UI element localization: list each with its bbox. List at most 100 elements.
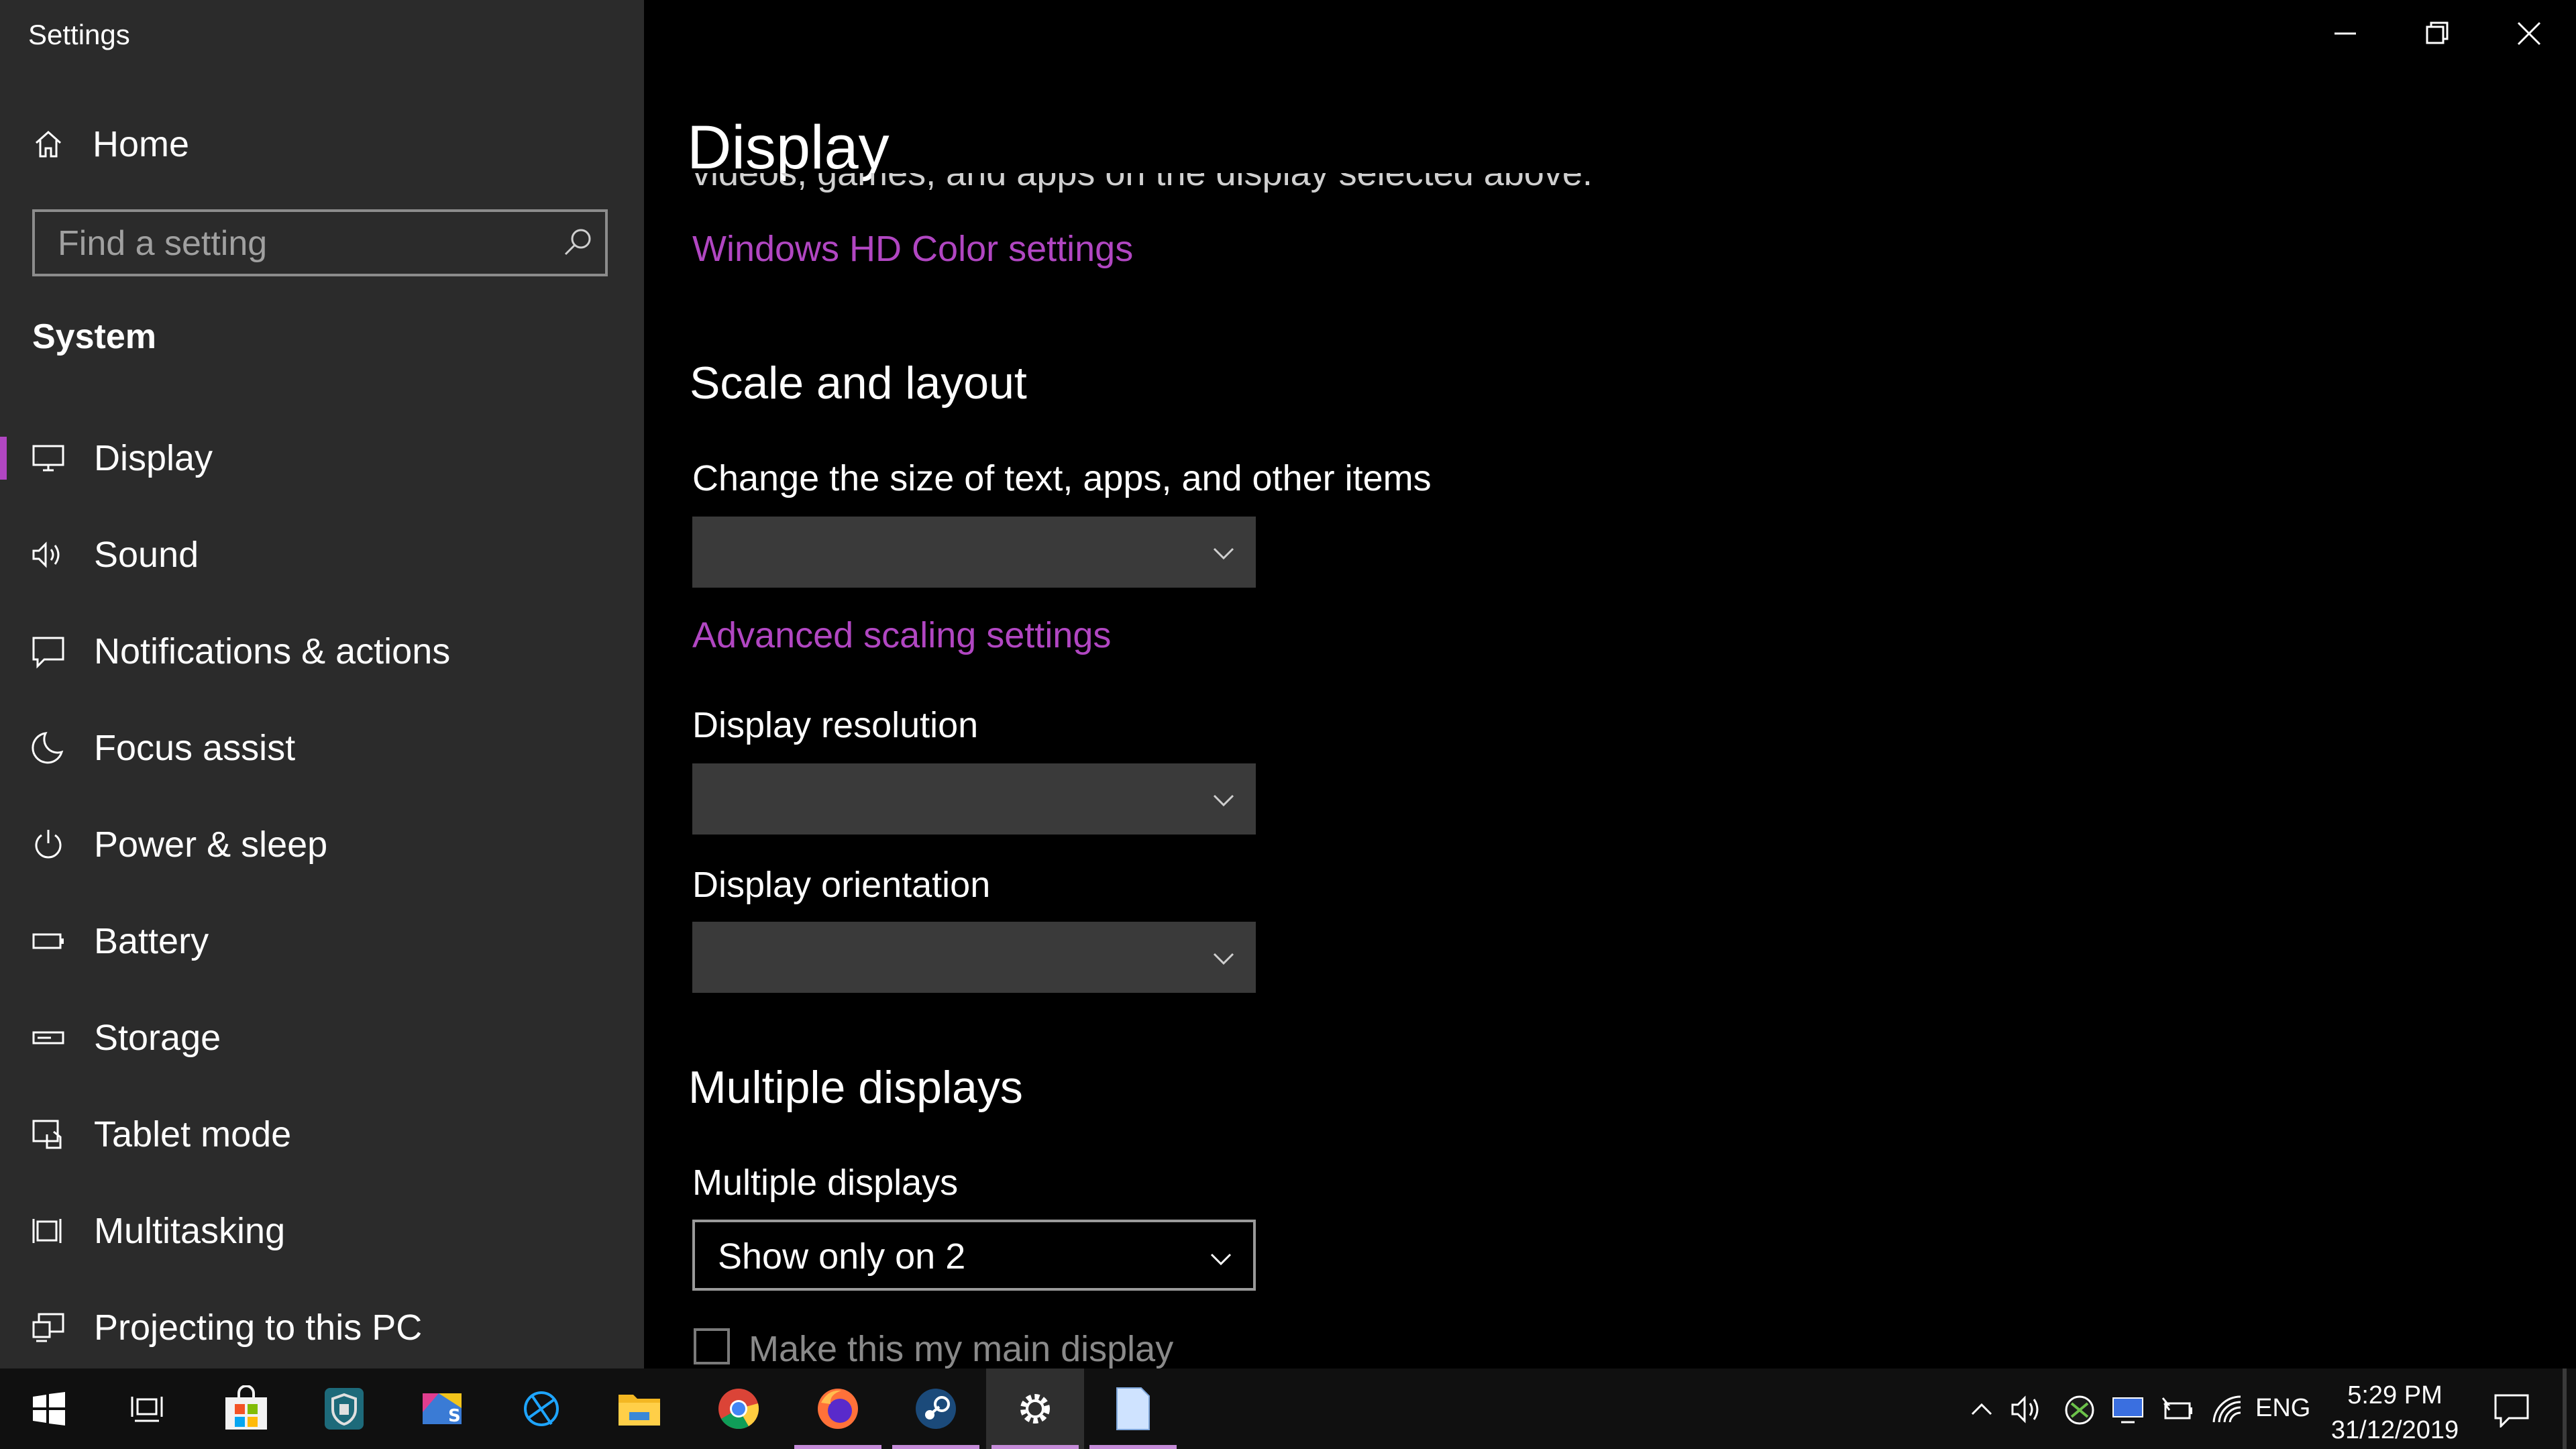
battle-net-icon [524, 1391, 559, 1426]
taskbar-photo-app[interactable]: S [393, 1368, 491, 1449]
photo-app-icon: S [423, 1393, 462, 1426]
task-view-icon [131, 1397, 163, 1422]
sidebar-item-display[interactable]: Display [0, 418, 644, 498]
security-app-icon [325, 1388, 364, 1430]
sound-icon [32, 541, 60, 568]
orientation-label: Display orientation [692, 865, 991, 905]
firefox-icon [818, 1389, 858, 1429]
action-center-icon[interactable] [2493, 1393, 2530, 1428]
sidebar-item-label: Sound [94, 535, 199, 575]
svg-text:S: S [448, 1406, 461, 1426]
taskbar-firefox[interactable] [789, 1368, 887, 1449]
sidebar-item-projecting[interactable]: Projecting to this PC [0, 1287, 644, 1368]
taskbar-battle-net[interactable] [492, 1368, 590, 1449]
display-icon [32, 445, 64, 472]
microsoft-store-icon [225, 1385, 267, 1430]
taskbar-chrome[interactable] [690, 1368, 788, 1449]
sidebar-item-notifications[interactable]: Notifications & actions [0, 611, 644, 692]
sidebar-item-label: Notifications & actions [94, 631, 451, 672]
xbox-icon[interactable] [2063, 1394, 2096, 1426]
main-display-checkbox-label: Make this my main display [749, 1329, 1174, 1369]
sidebar-item-focus-assist[interactable]: Focus assist [0, 708, 644, 788]
chevron-down-icon [1213, 547, 1234, 560]
moon-icon [32, 732, 64, 764]
taskbar-security-app[interactable] [295, 1368, 393, 1449]
taskbar: S ENG 5:29 PM 31/12/2019 [0, 1368, 2576, 1449]
multiple-displays-dropdown[interactable]: Show only on 2 [692, 1220, 1256, 1291]
chevron-down-icon [1213, 794, 1234, 807]
restore-icon [2426, 21, 2449, 44]
notifications-icon [32, 637, 64, 669]
battery-tray-icon[interactable] [2161, 1395, 2194, 1425]
storage-icon [32, 1031, 64, 1044]
home-label: Home [93, 124, 190, 164]
projecting-icon [32, 1313, 64, 1342]
close-icon [2517, 21, 2541, 46]
resolution-dropdown[interactable] [692, 763, 1256, 835]
search-icon[interactable] [562, 227, 593, 258]
search-input[interactable] [35, 212, 569, 275]
sidebar-item-power-sleep[interactable]: Power & sleep [0, 804, 644, 885]
sidebar-item-label: Projecting to this PC [94, 1307, 423, 1348]
sidebar-item-sound[interactable]: Sound [0, 515, 644, 595]
chevron-down-icon [1210, 1253, 1232, 1266]
sidebar-item-home[interactable]: Home [32, 121, 189, 168]
section-multiple-displays: Multiple displays [688, 1062, 1023, 1113]
multiple-displays-value: Show only on 2 [718, 1236, 966, 1277]
minimize-icon [2334, 32, 2356, 35]
sidebar-item-tablet-mode[interactable]: Tablet mode [0, 1094, 644, 1175]
monitor-tray-icon[interactable] [2112, 1395, 2144, 1425]
clock[interactable]: 5:29 PM 31/12/2019 [2301, 1378, 2489, 1448]
hd-color-settings-link[interactable]: Windows HD Color settings [692, 228, 1133, 270]
sidebar-item-storage[interactable]: Storage [0, 998, 644, 1078]
volume-icon[interactable] [2010, 1394, 2043, 1425]
resolution-label: Display resolution [692, 705, 979, 745]
window-title: Settings [28, 19, 130, 50]
task-view-button[interactable] [98, 1368, 196, 1449]
home-icon [36, 130, 61, 158]
chevron-up-icon[interactable] [1968, 1397, 1995, 1424]
clock-date: 31/12/2019 [2330, 1416, 2459, 1444]
taskbar-settings[interactable] [986, 1368, 1084, 1449]
start-icon [33, 1392, 65, 1426]
scale-dropdown[interactable] [692, 517, 1256, 588]
file-explorer-icon [619, 1395, 660, 1426]
section-title-system: System [32, 317, 156, 356]
taskbar-notepad[interactable] [1084, 1368, 1182, 1449]
multitasking-icon [32, 1219, 62, 1243]
power-icon [35, 830, 62, 859]
tablet-mode-icon [32, 1120, 62, 1149]
orientation-dropdown[interactable] [692, 922, 1256, 993]
taskbar-microsoft-store[interactable] [197, 1368, 295, 1449]
sidebar-item-label: Storage [94, 1018, 221, 1058]
sidebar-item-label: Power & sleep [94, 824, 328, 865]
clock-time: 5:29 PM [2347, 1381, 2443, 1409]
chevron-down-icon [1213, 953, 1234, 965]
minimize-button[interactable] [2298, 0, 2392, 67]
start-button[interactable] [0, 1368, 98, 1449]
search-box[interactable] [32, 209, 608, 276]
section-scale-layout: Scale and layout [690, 358, 1027, 409]
notepad-icon [1116, 1387, 1150, 1430]
main-display-checkbox[interactable] [694, 1328, 730, 1364]
close-button[interactable] [2482, 0, 2576, 67]
wifi-icon[interactable] [2211, 1394, 2243, 1426]
taskbar-steam[interactable] [887, 1368, 985, 1449]
chrome-icon [718, 1389, 759, 1430]
steam-icon [916, 1389, 956, 1429]
sidebar-item-multitasking[interactable]: Multitasking [0, 1191, 644, 1271]
sidebar-item-label: Multitasking [94, 1211, 286, 1251]
taskbar-file-explorer[interactable] [590, 1368, 688, 1449]
size-label: Change the size of text, apps, and other… [692, 458, 1432, 498]
sidebar-item-label: Focus assist [94, 728, 296, 768]
show-desktop-button[interactable] [2563, 1368, 2567, 1449]
clipped-description: videos, games, and apps on the display s… [692, 173, 1593, 193]
sidebar-item-battery[interactable]: Battery [0, 901, 644, 981]
sidebar-item-label: Display [94, 438, 213, 478]
restore-button[interactable] [2390, 0, 2483, 67]
battery-icon [32, 933, 64, 949]
sidebar: Settings Home System Display Sound [0, 0, 644, 1368]
sidebar-item-label: Battery [94, 921, 209, 961]
advanced-scaling-link[interactable]: Advanced scaling settings [692, 614, 1111, 656]
sidebar-item-label: Tablet mode [94, 1114, 292, 1155]
